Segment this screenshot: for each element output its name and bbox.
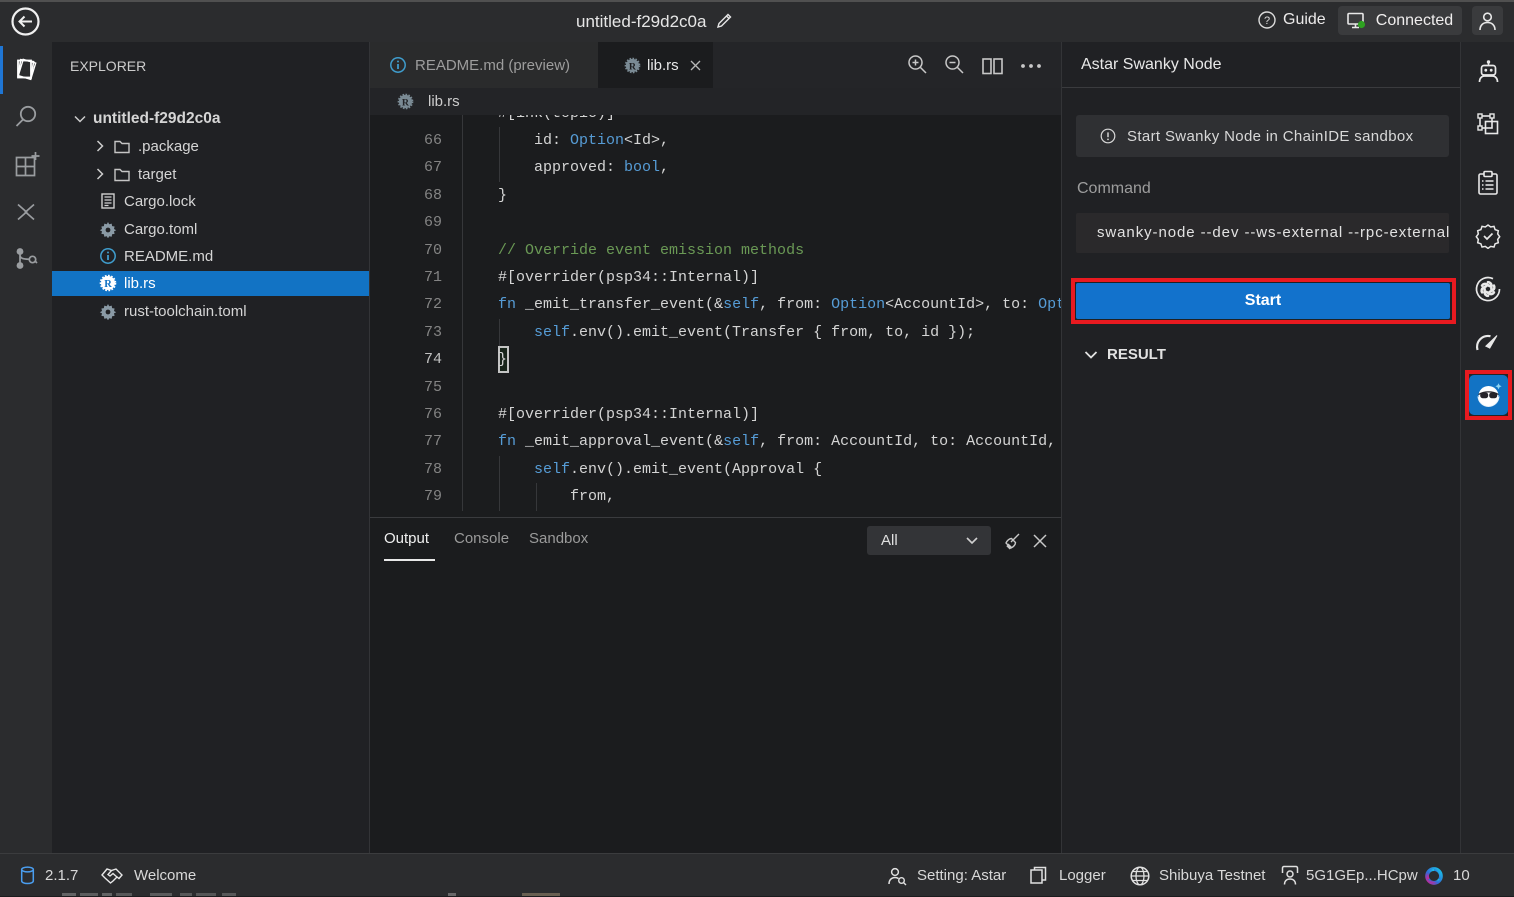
svg-text:R: R [104, 279, 112, 290]
svg-text:R: R [402, 97, 410, 108]
svg-text:?: ? [1264, 15, 1270, 27]
svg-text:R: R [629, 61, 637, 72]
